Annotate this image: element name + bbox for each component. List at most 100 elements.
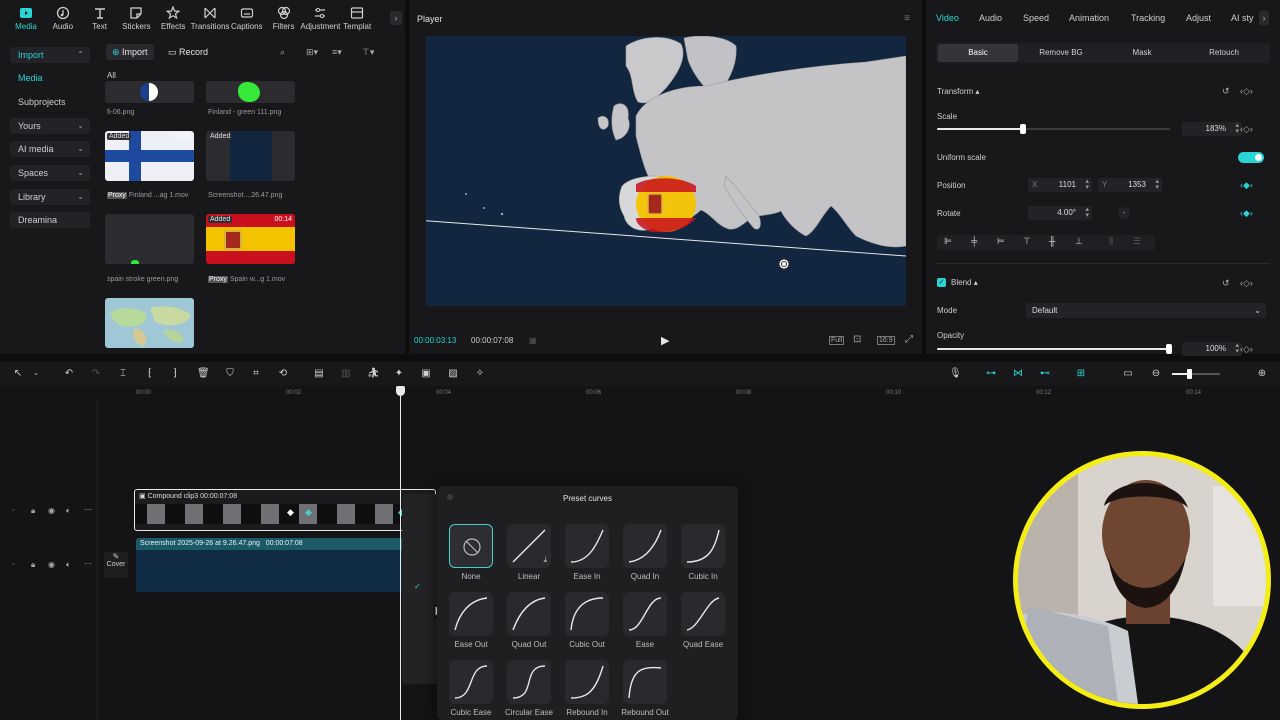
keyframe-icon[interactable]: ‹◇›	[1240, 124, 1253, 135]
toolbar-text[interactable]: Text	[82, 6, 118, 31]
media-thumb-screenshot[interactable]: Added	[206, 131, 295, 181]
aspect-ratio-button[interactable]: 16:9	[877, 336, 895, 345]
uniform-scale-toggle[interactable]	[1238, 152, 1264, 163]
stepper-icon[interactable]: ▴ ▾	[1155, 178, 1159, 191]
magic-wand-icon[interactable]: ✦	[393, 368, 405, 380]
stepper-icon[interactable]: ▴ ▾	[1235, 342, 1239, 355]
toolbar-audio[interactable]: Audio	[45, 6, 81, 31]
grid-view-icon[interactable]: ⊞▾	[306, 47, 318, 58]
preview-axis-icon[interactable]: ⊞	[1075, 368, 1087, 380]
crop-icon[interactable]: ⌗	[250, 368, 262, 380]
link-icon[interactable]: ⊶	[985, 368, 997, 380]
compound-clip[interactable]: ▣ Compound clip3 00:00:07:08 ◆ ◆ ◆	[134, 489, 436, 531]
curve-preset-ease[interactable]	[623, 592, 667, 636]
undo-icon[interactable]: ↶	[63, 368, 75, 380]
sidebar-item-dreamina[interactable]: Dreamina	[10, 212, 90, 228]
align-left-icon[interactable]: ⊫	[944, 236, 952, 247]
split-right-icon[interactable]: ⁆	[169, 368, 181, 380]
zoom-out-icon[interactable]: ⊖	[1150, 368, 1162, 380]
stabilize-icon[interactable]: ⛹︎	[367, 368, 380, 380]
magnet-icon[interactable]: ⋈	[1012, 368, 1024, 380]
playhead[interactable]	[400, 390, 401, 720]
curve-preset-none[interactable]	[449, 524, 493, 568]
media-thumb-finland-flag[interactable]: Added 00:20	[105, 131, 194, 181]
align-right-icon[interactable]: ⊨	[997, 236, 1005, 247]
menu-icon[interactable]: ≡	[904, 13, 910, 24]
timecode-toggle-icon[interactable]: ▦	[529, 336, 537, 345]
screenshot-icon[interactable]: ⊡	[853, 334, 861, 345]
filter-icon[interactable]: ⊤▾	[362, 47, 374, 58]
tab-tracking[interactable]: Tracking	[1131, 13, 1165, 23]
stepper-icon[interactable]: ▴ ▾	[1085, 178, 1089, 191]
curve-preset-cubic-out[interactable]	[565, 592, 609, 636]
image-edit-icon[interactable]: ▨	[447, 368, 459, 380]
toolbar-more-chevron-icon[interactable]: ›	[390, 11, 402, 25]
transform-section-title[interactable]: Transform ▴	[937, 87, 979, 96]
subtab-retouch[interactable]: Retouch	[1184, 44, 1264, 62]
tab-ai-style[interactable]: AI sty	[1231, 13, 1254, 23]
curve-preset-rebound-in[interactable]	[565, 660, 609, 704]
toolbar-effects[interactable]: Effects	[155, 5, 191, 31]
time-ruler[interactable]: 00:00 00:02 00:04 00:06 00:08 00:10 00:1…	[0, 386, 1280, 400]
sparkle-icon[interactable]: ✧	[474, 368, 486, 380]
delete-icon[interactable]: 🗑︎	[197, 368, 210, 380]
align-top-icon[interactable]: ⊤	[1023, 236, 1031, 247]
curve-preset-rebound-out[interactable]	[623, 660, 667, 704]
lock-icon[interactable]: 🔒︎	[31, 506, 35, 516]
snap-icon[interactable]: ⊷	[1039, 368, 1051, 380]
transform-icon[interactable]: ⟲	[277, 368, 289, 380]
filter-all[interactable]: All	[107, 71, 116, 80]
media-thumb-spain-flag[interactable]: Added 00:14	[206, 214, 295, 264]
keyframe-nav-icon[interactable]: ‹◇›	[1240, 278, 1253, 289]
toolbar-filters[interactable]: Filters	[266, 6, 302, 31]
curve-preset-ease-in[interactable]	[565, 524, 609, 568]
shield-icon[interactable]: ⛉	[224, 368, 236, 380]
align-bottom-icon[interactable]: ⊥	[1075, 236, 1083, 247]
search-icon[interactable]: ⌕	[280, 47, 285, 58]
curve-preset-circular-ease[interactable]	[507, 660, 551, 704]
record-button[interactable]: ▭ Record	[162, 44, 214, 60]
full-quality-button[interactable]: Full	[829, 336, 845, 345]
import-button[interactable]: ⊕ Import	[106, 44, 154, 60]
more-icon[interactable]: ⋯	[84, 505, 92, 514]
distribute-v-icon[interactable]: ☰	[1133, 236, 1141, 247]
tab-speed[interactable]: Speed	[1023, 13, 1049, 23]
toolbar-media[interactable]: Media	[8, 6, 44, 31]
select-tool-icon[interactable]: ↖	[12, 368, 24, 380]
mode-select[interactable]: Default ⌄	[1026, 303, 1266, 318]
stepper-icon[interactable]: ▴ ▾	[1235, 122, 1239, 135]
blend-section-title[interactable]: Blend ▴	[951, 278, 978, 287]
rotate-input[interactable]: 4.00° ▴ ▾	[1028, 206, 1092, 220]
toolbar-captions[interactable]: Captions	[229, 6, 265, 31]
curve-preset-cubic-ease[interactable]	[449, 660, 493, 704]
split-left-icon[interactable]: ⁅	[144, 368, 156, 380]
chevron-down-icon[interactable]: ⌄	[30, 368, 42, 380]
reset-icon[interactable]: ↺	[1222, 278, 1230, 289]
zoom-slider-knob[interactable]	[1187, 369, 1192, 379]
position-x-input[interactable]: X 1101 ▴ ▾	[1028, 178, 1092, 192]
curve-preset-quad-in[interactable]	[623, 524, 667, 568]
caption-track-icon[interactable]: ▭	[1122, 368, 1134, 380]
sidebar-item-subprojects[interactable]: Subprojects	[10, 94, 90, 110]
sidebar-item-import[interactable]: Import ⌃	[10, 47, 90, 63]
eye-icon[interactable]: ◉	[48, 506, 55, 515]
sidebar-item-spaces[interactable]: Spaces ⌄	[10, 165, 90, 181]
play-button[interactable]: ▶	[661, 334, 669, 347]
redo-icon[interactable]: ↷	[90, 368, 102, 380]
stepper-icon[interactable]: ▴ ▾	[1085, 206, 1089, 219]
opacity-slider-knob[interactable]	[1166, 344, 1172, 354]
freeze-icon[interactable]: ▥	[340, 368, 352, 380]
opacity-input[interactable]: 100% ▴ ▾	[1182, 342, 1242, 356]
subtab-remove-bg[interactable]: Remove BG	[1021, 44, 1101, 62]
zoom-in-icon[interactable]: ⊕	[1256, 368, 1268, 380]
fullscreen-icon[interactable]: ⤢	[905, 334, 913, 345]
subtitle-icon[interactable]: ▤	[313, 368, 325, 380]
toolbar-transitions[interactable]: Transitions	[191, 6, 229, 31]
sidebar-item-media[interactable]: Media	[10, 70, 90, 86]
position-y-input[interactable]: Y 1353 ▴ ▾	[1098, 178, 1162, 192]
playhead-handle[interactable]	[396, 386, 405, 396]
sidebar-item-yours[interactable]: Yours ⌄	[10, 118, 90, 134]
sidebar-item-library[interactable]: Library ⌄	[10, 189, 90, 205]
distribute-h-icon[interactable]: ⫼	[1109, 236, 1113, 247]
curve-preset-cubic-in[interactable]	[681, 524, 725, 568]
